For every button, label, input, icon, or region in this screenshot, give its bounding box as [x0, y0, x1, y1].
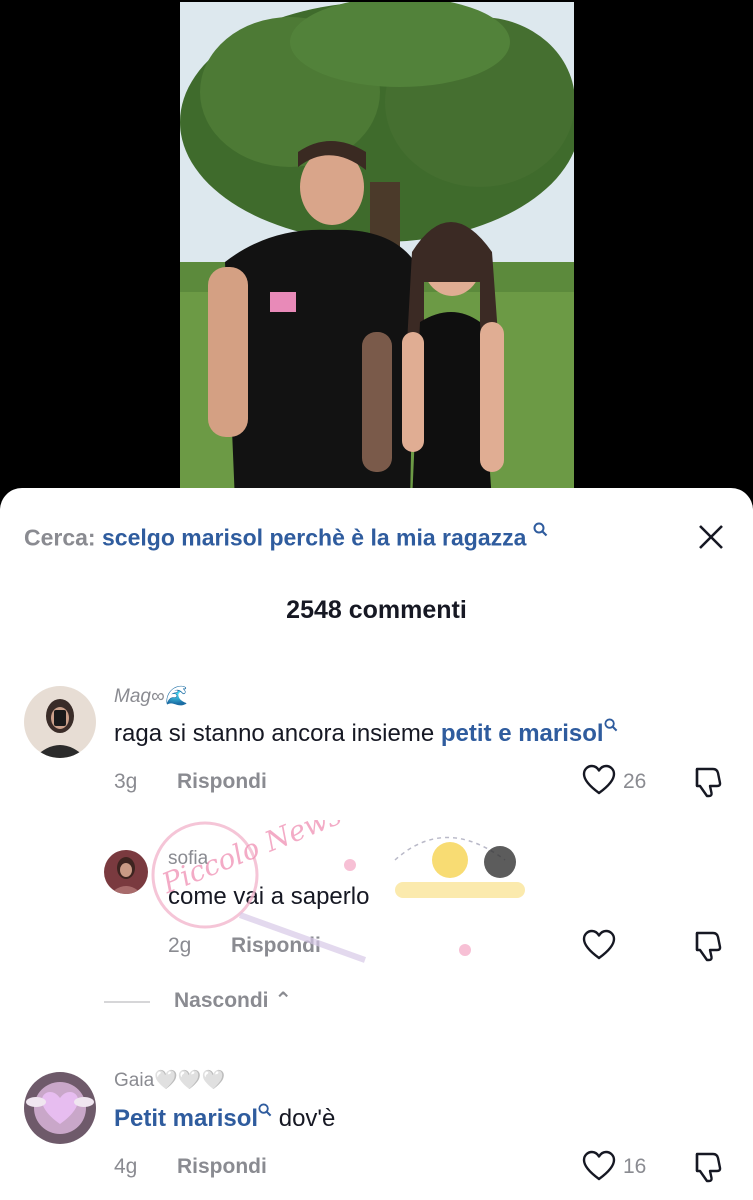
dislike-icon[interactable] [693, 1150, 725, 1189]
comments-count: 2548 commenti [286, 596, 467, 624]
search-query-link[interactable]: scelgo marisol perchè è la mia ragazza [102, 525, 526, 551]
dislike-icon[interactable] [693, 929, 725, 968]
avatar[interactable] [104, 850, 148, 894]
comment-text: Petit marisol dov'è [114, 1103, 335, 1133]
comment-text: come vai a saperlo [168, 883, 370, 910]
heart-icon[interactable] [582, 764, 616, 801]
dislike-icon[interactable] [693, 765, 725, 804]
video-scene-illustration [180, 2, 574, 502]
video-player[interactable] [0, 0, 753, 520]
comment-time: 4g [114, 1155, 138, 1178]
search-prefix-label: Cerca: [24, 524, 96, 551]
avatar[interactable] [24, 1072, 96, 1144]
comment-text: raga si stanno ancora insieme petit e ma… [114, 718, 618, 748]
comment-text-body: dov'è [272, 1105, 336, 1132]
reply-button[interactable]: Rispondi [231, 934, 321, 958]
reply-button[interactable]: Rispondi [177, 1155, 267, 1179]
heart-icon[interactable] [582, 1150, 616, 1187]
search-icon [533, 522, 548, 541]
comment-search-tag[interactable]: petit e marisol [441, 720, 604, 747]
like-count: 26 [623, 770, 647, 793]
comments-sheet [0, 488, 753, 1200]
close-icon[interactable] [694, 520, 728, 554]
comment-search-tag[interactable]: Petit marisol [114, 1105, 258, 1132]
hide-replies-button[interactable]: Nascondi ⌃ [174, 988, 292, 1013]
like-count: 16 [623, 1155, 647, 1178]
comment-time: 3g [114, 770, 138, 793]
comment-username[interactable]: sofia [168, 848, 208, 870]
heart-icon[interactable] [582, 929, 616, 966]
comment-time: 2g [168, 934, 192, 957]
video-frame[interactable] [180, 2, 574, 502]
divider [104, 1001, 150, 1003]
comment-username[interactable]: Gaia🤍🤍🤍 [114, 1068, 225, 1092]
comment-username[interactable]: Mag∞🌊 [114, 684, 188, 708]
search-suggestion[interactable]: Cerca: scelgo marisol perchè è la mia ra… [24, 522, 673, 556]
avatar[interactable] [24, 686, 96, 758]
comment-text-body: raga si stanno ancora insieme [114, 720, 441, 747]
search-icon [258, 1103, 272, 1121]
reply-button[interactable]: Rispondi [177, 770, 267, 794]
search-icon [604, 718, 618, 736]
